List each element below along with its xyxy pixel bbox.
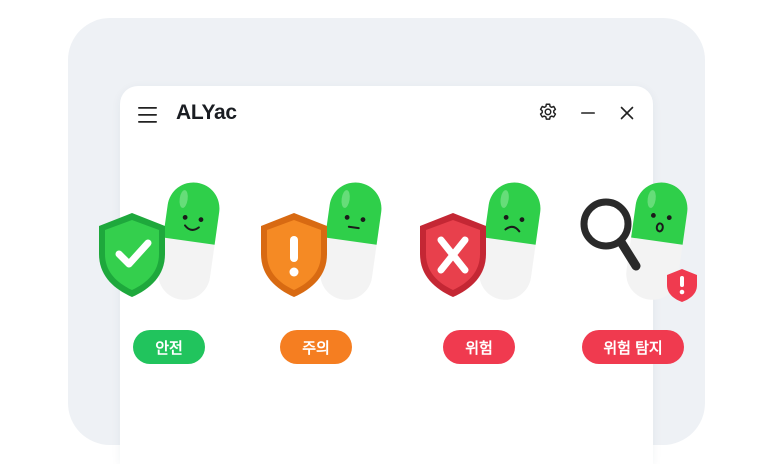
hamburger-menu-icon[interactable] <box>138 106 158 124</box>
status-detected-button[interactable]: 위험 탐지 <box>582 330 684 364</box>
close-icon[interactable] <box>614 100 640 126</box>
red-shield-x-icon <box>420 182 541 300</box>
status-safe: 안전 <box>92 178 222 374</box>
gear-icon[interactable] <box>535 100 561 126</box>
title-bar: ALYac <box>120 86 653 142</box>
status-safe-button[interactable]: 안전 <box>133 330 205 364</box>
status-detected: 위험 탐지 <box>570 178 700 374</box>
minimize-icon[interactable] <box>575 100 601 126</box>
status-warning-button[interactable]: 주의 <box>280 330 352 364</box>
status-warning: 주의 <box>254 178 384 374</box>
stage: ALYac 안전 주의 위험 위험 탐지 <box>0 0 773 464</box>
orange-shield-exclamation-icon <box>261 182 382 300</box>
magnifier-detection-icon <box>580 182 697 302</box>
status-danger-button[interactable]: 위험 <box>443 330 515 364</box>
status-danger: 위험 <box>413 178 543 374</box>
green-shield-check-icon <box>99 182 220 300</box>
app-window: ALYac 안전 주의 위험 위험 탐지 <box>99 86 697 464</box>
app-title: ALYac <box>176 101 237 124</box>
